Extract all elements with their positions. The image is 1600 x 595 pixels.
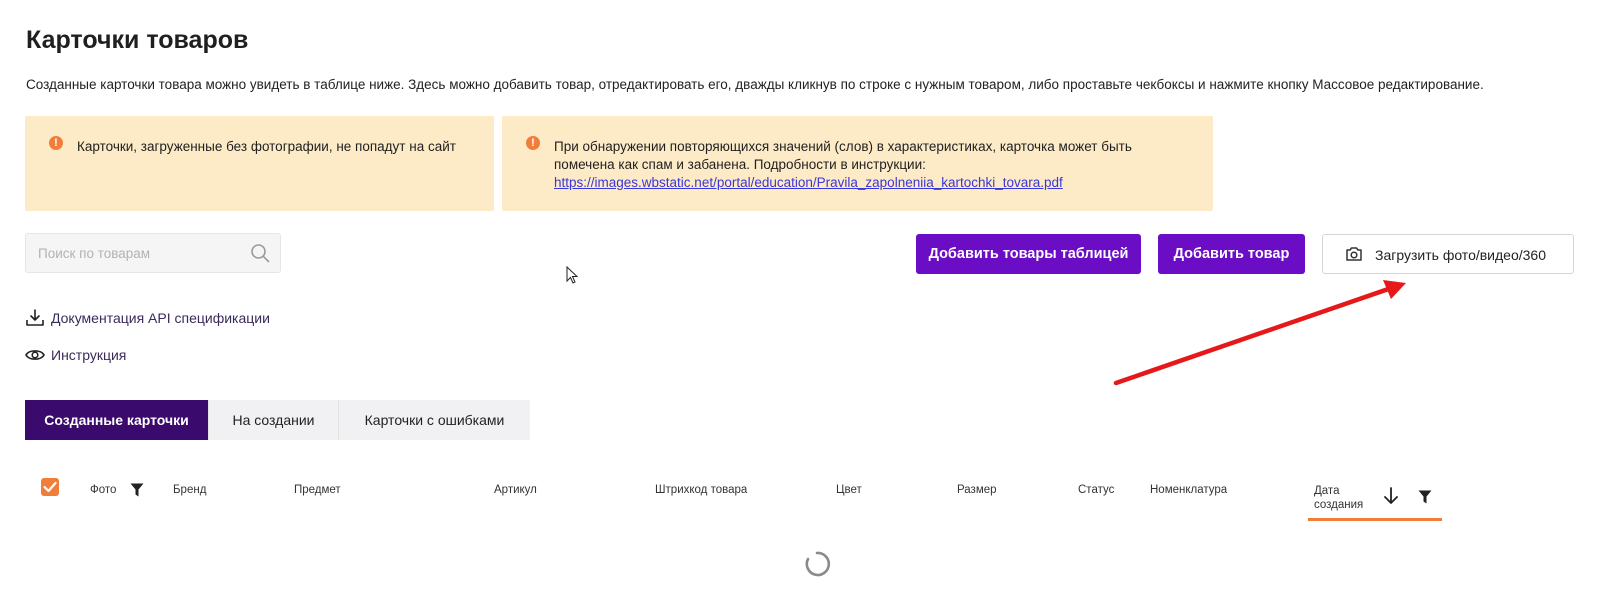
column-photo: Фото (90, 484, 117, 496)
column-created-date[interactable]: Дата создания (1314, 484, 1363, 512)
column-created-line: создания (1314, 499, 1364, 511)
column-article: Артикул (494, 484, 537, 496)
active-sort-underline (1308, 518, 1442, 521)
upload-media-button[interactable]: Загрузить фото/видео/360 (1322, 234, 1574, 274)
column-color: Цвет (836, 484, 862, 496)
column-brand: Бренд (173, 484, 207, 496)
add-products-table-button[interactable]: Добавить товары таблицей (916, 234, 1141, 274)
cards-tabs: Созданные карточки На создании Карточки … (25, 400, 530, 440)
column-nomenclature: Номенклатура (1150, 484, 1228, 496)
alert-text: Карточки, загруженные без фотографии, не… (77, 139, 456, 154)
alert-no-photo: ! Карточки, загруженные без фотографии, … (25, 116, 494, 211)
instruction-pdf-link[interactable]: https://images.wbstatic.net/portal/educa… (554, 174, 1194, 192)
column-subject: Предмет (294, 484, 341, 496)
table-header: Фото Бренд Предмет Артикул Штрихкод това… (0, 470, 1600, 521)
alert-text: При обнаружении повторяющихся значений (… (554, 138, 1194, 192)
column-status: Статус (1078, 484, 1115, 496)
download-icon (26, 309, 44, 326)
filter-icon[interactable] (1418, 490, 1432, 504)
exclamation-icon: ! (49, 136, 63, 150)
sort-arrow-down-icon[interactable] (1383, 487, 1399, 505)
camera-icon (1346, 247, 1362, 261)
loading-spinner-icon (805, 551, 831, 577)
select-all-checkbox[interactable] (41, 478, 59, 496)
eye-icon (25, 350, 45, 360)
upload-media-label: Загрузить фото/видео/360 (1375, 247, 1546, 263)
alert-text-line: помечена как спам и забанена. Подробност… (554, 157, 926, 172)
search-box (25, 233, 281, 273)
exclamation-icon: ! (526, 136, 540, 150)
column-created-line: Дата (1314, 485, 1340, 497)
instruction-label: Инструкция (51, 347, 127, 363)
search-input[interactable] (26, 234, 241, 272)
column-barcode: Штрихкод товара (655, 484, 748, 496)
annotation-arrow (1113, 280, 1406, 386)
mouse-cursor-icon (566, 266, 579, 284)
add-product-button[interactable]: Добавить товар (1158, 234, 1305, 274)
tab-cards-with-errors[interactable]: Карточки с ошибками (339, 400, 530, 440)
alert-text-line: При обнаружении повторяющихся значений (… (554, 139, 1132, 154)
api-docs-link[interactable]: Документация API спецификации (25, 309, 270, 327)
page-title: Карточки товаров (26, 26, 249, 54)
instruction-link[interactable]: Инструкция (25, 346, 126, 364)
page-description: Созданные карточки товара можно увидеть … (26, 77, 1484, 92)
alert-spam-warning: ! При обнаружении повторяющихся значений… (502, 116, 1213, 211)
tab-in-creation[interactable]: На создании (209, 400, 339, 440)
filter-icon[interactable] (130, 483, 144, 497)
tab-created-cards[interactable]: Созданные карточки (25, 400, 209, 440)
api-docs-label: Документация API спецификации (51, 310, 270, 326)
column-size: Размер (957, 484, 997, 496)
search-icon[interactable] (250, 243, 270, 263)
